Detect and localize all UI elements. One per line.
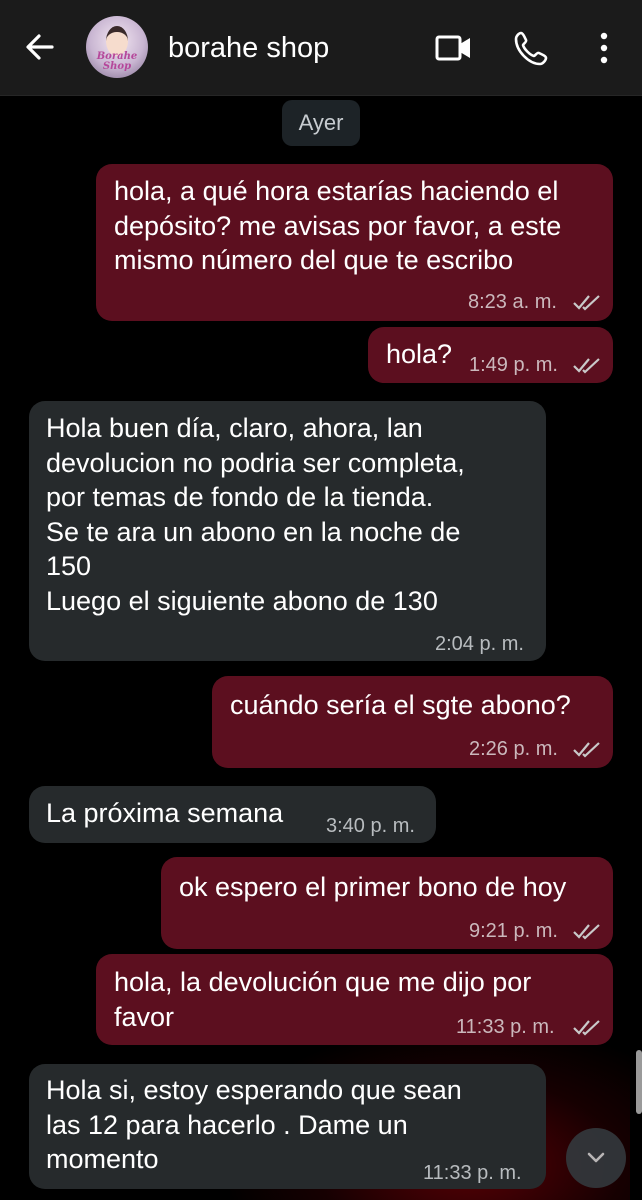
message-bubble-outgoing[interactable]: hola, a qué hora estarías haciendo el de… xyxy=(96,164,613,321)
message-bubble-outgoing[interactable]: cuándo sería el sgte abono? 2:26 p. m. xyxy=(212,676,613,768)
message-text: La próxima semana xyxy=(46,798,284,828)
scrollbar[interactable] xyxy=(636,1050,642,1114)
message-bubble-outgoing[interactable]: hola? 1:49 p. m. xyxy=(368,327,613,383)
message-text: hola? xyxy=(386,339,453,369)
back-arrow-icon[interactable] xyxy=(22,29,58,65)
message-time: 11:33 p. m. xyxy=(456,1016,555,1038)
video-call-icon[interactable] xyxy=(434,28,474,68)
message-time: 9:21 p. m. xyxy=(469,920,558,942)
message-text: hola, a qué hora estarías haciendo el de… xyxy=(114,176,562,275)
phone-icon[interactable] xyxy=(512,28,552,68)
message-time: 2:04 p. m. xyxy=(435,633,524,655)
message-time: 11:33 p. m. xyxy=(423,1162,522,1184)
avatar-logo-text: Borahe Shop xyxy=(96,51,138,72)
message-text: Hola si, estoy esperando que sean las 12… xyxy=(46,1075,462,1174)
message-bubble-outgoing[interactable]: hola, la devolución que me dijo por favo… xyxy=(96,954,613,1045)
chevron-down-icon xyxy=(587,1152,605,1163)
read-ticks-icon xyxy=(573,742,600,758)
read-ticks-icon xyxy=(573,1020,600,1036)
chat-header: Borahe Shop borahe shop xyxy=(0,0,642,96)
message-bubble-incoming[interactable]: Hola si, estoy esperando que sean las 12… xyxy=(29,1064,546,1189)
contact-avatar[interactable]: Borahe Shop xyxy=(86,16,148,78)
message-text: Hola buen día, claro, ahora, lan devoluc… xyxy=(46,413,465,616)
message-bubble-incoming[interactable]: Hola buen día, claro, ahora, lan devoluc… xyxy=(29,401,546,661)
message-time: 8:23 a. m. xyxy=(468,291,557,313)
contact-name[interactable]: borahe shop xyxy=(168,30,329,66)
message-text: ok espero el primer bono de hoy xyxy=(179,872,567,902)
date-separator: Ayer xyxy=(282,100,360,146)
more-vertical-icon[interactable] xyxy=(584,28,624,68)
message-time: 2:26 p. m. xyxy=(469,738,558,760)
read-ticks-icon xyxy=(573,295,600,311)
read-ticks-icon xyxy=(573,358,600,374)
message-time: 3:40 p. m. xyxy=(326,815,415,837)
message-text: cuándo sería el sgte abono? xyxy=(230,690,571,720)
message-bubble-outgoing[interactable]: ok espero el primer bono de hoy 9:21 p. … xyxy=(161,857,613,949)
scroll-to-bottom-button[interactable] xyxy=(566,1128,626,1188)
read-ticks-icon xyxy=(573,924,600,940)
message-bubble-incoming[interactable]: La próxima semana 3:40 p. m. xyxy=(29,786,436,843)
message-time: 1:49 p. m. xyxy=(469,354,558,376)
